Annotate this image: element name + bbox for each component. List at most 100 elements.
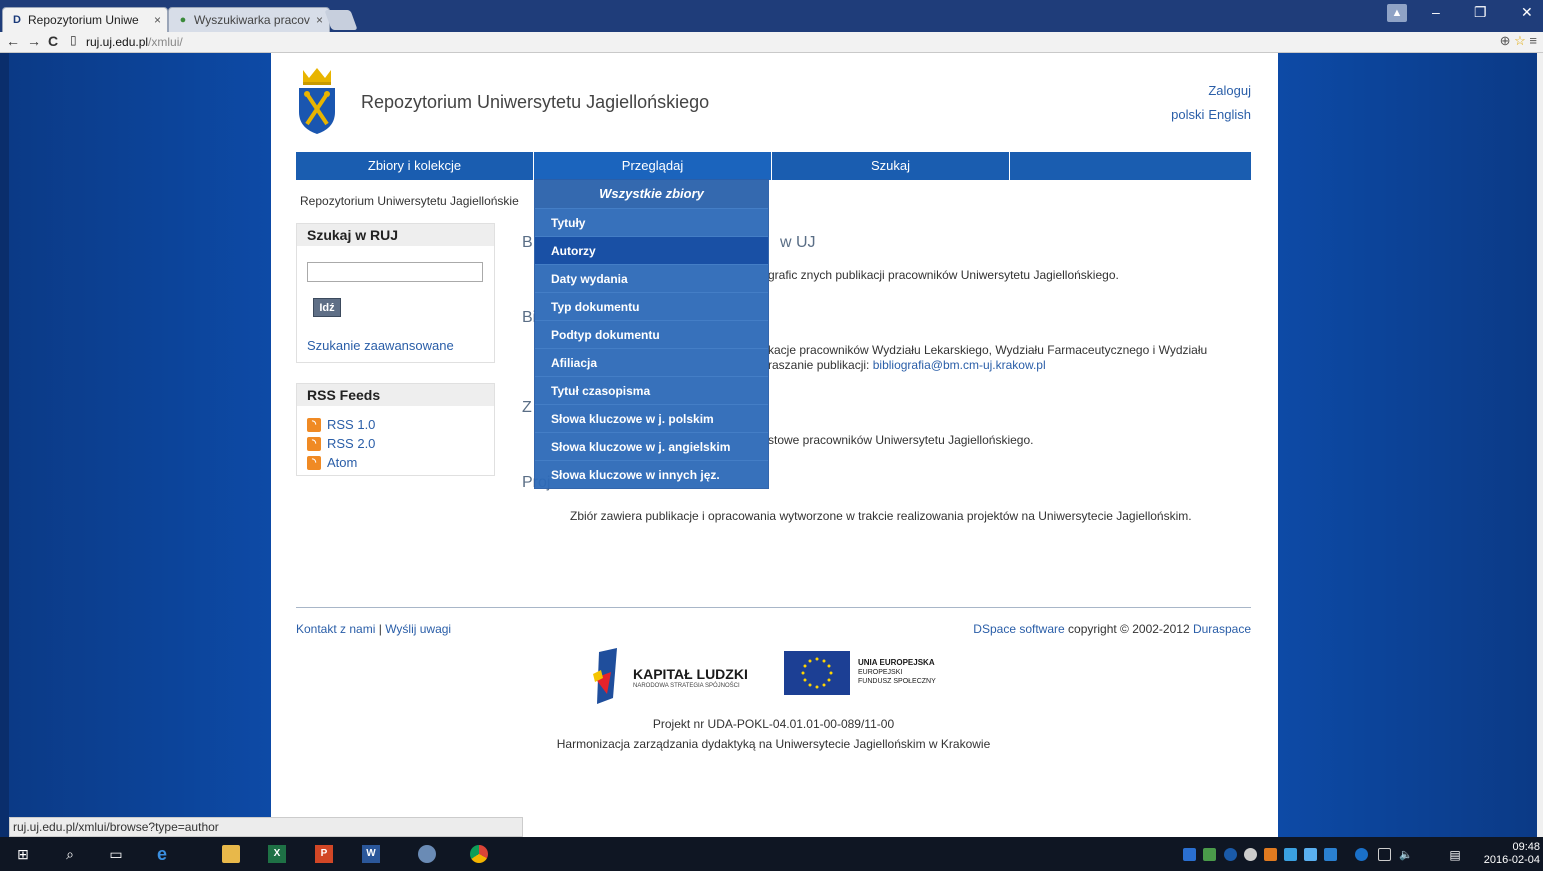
close-window-icon[interactable]: ✕ (1521, 4, 1533, 21)
profile-icon[interactable]: ▲ (1387, 4, 1407, 22)
menu-browse[interactable]: Przeglądaj (534, 152, 772, 180)
dropdown-all-collections[interactable]: Wszystkie zbiory (535, 180, 768, 208)
rss-title: RSS Feeds (297, 384, 494, 406)
dropdown-item-dates[interactable]: Daty wydania (535, 264, 768, 292)
eu-line1: UNIA EUROPEJSKA (858, 658, 935, 667)
footer-copyright: DSpace software copyright © 2002-2012 Du… (900, 622, 1251, 636)
file-explorer-icon[interactable] (222, 845, 240, 863)
dropdown-item-affiliation[interactable]: Afiliacja (535, 348, 768, 376)
dropdown-item-doc-subtype[interactable]: Podtyp dokumentu (535, 320, 768, 348)
bibliography-email-link[interactable]: bibliografia@bm.cm-uj.krakow.pl (873, 358, 1046, 372)
collection-title[interactable]: Z (522, 399, 532, 417)
windows-start-icon[interactable]: ⊞ (14, 845, 32, 863)
kl-subtitle: NARODOWA STRATEGIA SPÓJNOŚCI (633, 683, 740, 689)
lang-english-link[interactable]: English (1208, 107, 1251, 122)
url-input[interactable]: ruj.uj.edu.pl/xmlui/ (86, 33, 1476, 51)
kapital-ludzki-emblem-icon (593, 648, 617, 704)
url-host: ruj.uj.edu.pl (86, 35, 149, 49)
hp-icon[interactable] (1224, 848, 1237, 861)
notifications-icon[interactable]: ▤ (1446, 846, 1464, 864)
rss-feed-link[interactable]: ◝ Atom (297, 453, 494, 472)
rss-feed-label: RSS 2.0 (327, 436, 376, 451)
tab-close-icon[interactable]: × (316, 13, 323, 27)
collection-title-suffix[interactable]: w UJ (780, 234, 816, 252)
excel-icon[interactable]: X (268, 845, 286, 863)
collection-description: kacje pracowników Wydziału Lekarskiego, … (768, 343, 1208, 357)
duraspace-link[interactable]: Duraspace (1193, 622, 1251, 636)
tray-app-icon[interactable] (1355, 848, 1368, 861)
tray-app-icon[interactable] (1203, 848, 1216, 861)
advanced-search-link[interactable]: Szukanie zaawansowane (307, 338, 454, 353)
rss-icon: ◝ (307, 418, 321, 432)
word-icon[interactable]: W (362, 845, 380, 863)
task-view-icon[interactable]: ▭ (107, 845, 125, 863)
rss-feed-label: RSS 1.0 (327, 417, 376, 432)
tab-wyszukiwarka[interactable]: ● Wyszukiwarka pracov × (168, 7, 330, 32)
cloud-icon[interactable] (1244, 848, 1257, 861)
tray-app-icon[interactable] (1183, 848, 1196, 861)
edge-icon[interactable]: e (153, 845, 171, 863)
search-input[interactable] (307, 262, 483, 282)
tab-label: Repozytorium Uniwe (28, 13, 139, 27)
browser-tab-bar: D Repozytorium Uniwe × ● Wyszukiwarka pr… (0, 0, 1543, 32)
forward-icon[interactable]: → (27, 33, 41, 49)
volume-icon[interactable]: 🔈 (1397, 846, 1415, 864)
menu-collections[interactable]: Zbiory i kolekcje (296, 152, 534, 180)
rss-feed-link[interactable]: ◝ RSS 1.0 (297, 415, 494, 434)
dropdown-item-keywords-pl[interactable]: Słowa kluczowe w j. polskim (535, 404, 768, 432)
login-link[interactable]: Zaloguj (1200, 83, 1251, 98)
rss-feed-link[interactable]: ◝ RSS 2.0 (297, 434, 494, 453)
dropdown-item-doc-type[interactable]: Typ dokumentu (535, 292, 768, 320)
chrome-icon[interactable] (470, 845, 488, 863)
taskbar-clock[interactable]: 09:48 2016-02-04 (1478, 841, 1540, 867)
site-title[interactable]: Repozytorium Uniwersytetu Jagiellońskieg… (361, 92, 709, 113)
search-icon[interactable]: ⌕ (61, 845, 79, 863)
language-switcher: polski English (1150, 107, 1251, 122)
collection-description: grafic znych publikacji pracowników Uniw… (768, 268, 1119, 282)
collection-description-line2: raszanie publikacji: bibliografia@bm.cm-… (768, 358, 1046, 372)
zoom-icon[interactable]: ⊕ (1500, 33, 1511, 48)
uj-crest-logo[interactable] (297, 68, 337, 134)
clock-time: 09:48 (1512, 841, 1540, 853)
tray-app-icon[interactable] (1284, 848, 1297, 861)
collection-description: Zbiór zawiera publikacje i opracowania w… (570, 509, 1192, 523)
lang-polish-link[interactable]: polski (1171, 107, 1204, 122)
go-button[interactable]: Idź (313, 298, 341, 317)
footer-links: Kontakt z nami | Wyślij uwagi (296, 622, 451, 636)
collection-title[interactable]: B (522, 234, 533, 252)
dspace-link[interactable]: DSpace software (973, 622, 1064, 636)
feedback-link[interactable]: Wyślij uwagi (385, 622, 451, 636)
footer-divider (296, 607, 1251, 608)
menu-search[interactable]: Szukaj (772, 152, 1010, 180)
contact-link[interactable]: Kontakt z nami (296, 622, 375, 636)
rss-box: RSS Feeds ◝ RSS 1.0 ◝ RSS 2.0 ◝ Atom (296, 383, 495, 476)
eu-line2: EUROPEJSKI (858, 669, 903, 676)
tray-app-icon[interactable] (1304, 848, 1317, 861)
breadcrumb[interactable]: Repozytorium Uniwersytetu Jagiellońskie (300, 194, 519, 208)
tab-repozytorium[interactable]: D Repozytorium Uniwe × (2, 7, 168, 32)
tab-close-icon[interactable]: × (154, 13, 161, 27)
rss-icon: ◝ (307, 437, 321, 451)
chrome-menu-icon[interactable]: ≡ (1529, 33, 1537, 48)
maximize-icon[interactable]: ❐ (1474, 4, 1487, 21)
page-icon: ▯ (70, 33, 77, 47)
main-menu: Zbiory i kolekcje Przeglądaj Szukaj (296, 152, 1251, 180)
scrollbar[interactable] (1537, 53, 1543, 837)
dropdown-item-keywords-en[interactable]: Słowa kluczowe w j. angielskim (535, 432, 768, 460)
dropdown-item-keywords-other[interactable]: Słowa kluczowe w innych jęz. (535, 460, 768, 488)
back-icon[interactable]: ← (6, 33, 20, 49)
dropdown-item-journal-title[interactable]: Tytuł czasopisma (535, 376, 768, 404)
footer-separator: | (378, 622, 382, 636)
network-icon[interactable] (1378, 848, 1391, 861)
windows-taskbar: ⊞ ⌕ ▭ e X P W 🔈 ▤ 09:48 2016-02-04 (0, 837, 1543, 871)
tray-app-icon[interactable] (1324, 848, 1337, 861)
clock-date: 2016-02-04 (1483, 854, 1540, 866)
bookmark-star-icon[interactable]: ☆ (1514, 33, 1526, 48)
reload-icon[interactable]: C (48, 33, 58, 49)
powerpoint-icon[interactable]: P (315, 845, 333, 863)
minimize-icon[interactable]: – (1432, 4, 1440, 20)
tray-app-icon[interactable] (1264, 848, 1277, 861)
network-app-icon[interactable] (418, 845, 436, 863)
dropdown-item-titles[interactable]: Tytuły (535, 208, 768, 236)
dropdown-item-authors[interactable]: Autorzy (535, 236, 768, 264)
